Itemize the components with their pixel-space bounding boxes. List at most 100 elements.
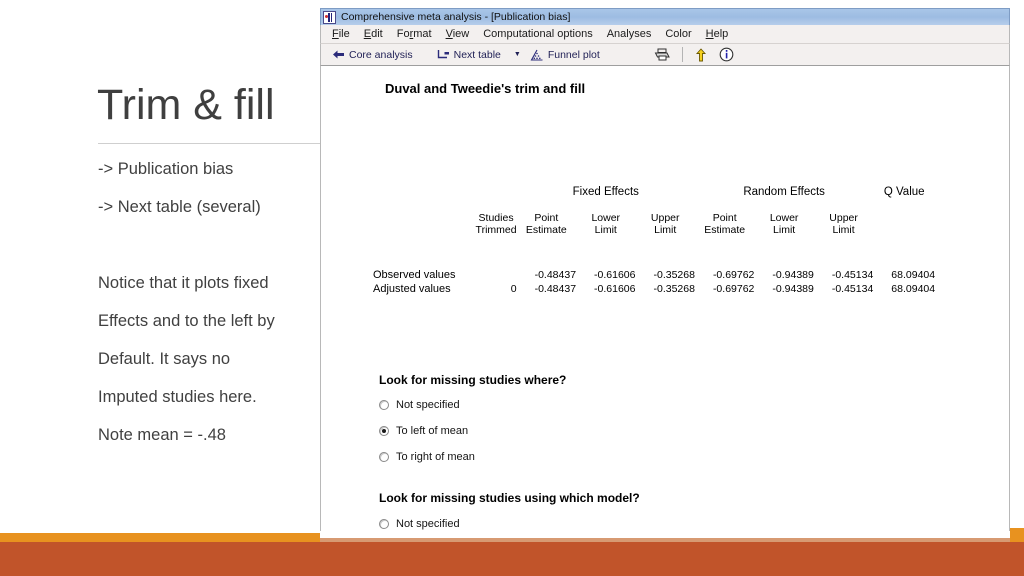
col-rx-lower-line1: Lower bbox=[769, 212, 799, 224]
cell-adjusted-fixed-lower: -0.61606 bbox=[594, 282, 636, 295]
menu-item-file[interactable]: File bbox=[330, 27, 352, 41]
cell-adjusted-q-value: 68.09404 bbox=[891, 282, 936, 295]
menu-item-color[interactable]: Color bbox=[663, 27, 693, 41]
cell-adjusted-random-lower: -0.94389 bbox=[772, 282, 814, 295]
col-rx-upper-line1: Upper bbox=[829, 212, 858, 224]
menu-label-file: ile bbox=[338, 28, 350, 40]
cell-adjusted-random-point: -0.69762 bbox=[712, 282, 755, 295]
radio-where-to-left-of-mean-label: To left of mean bbox=[396, 425, 469, 437]
accent-bar-right bbox=[1010, 528, 1024, 542]
cell-adjusted-studies-trimmed: 0 bbox=[510, 282, 517, 295]
cell-adjusted-fixed-point: -0.48437 bbox=[534, 282, 577, 295]
group-header-random-effects: Random Effects bbox=[743, 186, 825, 198]
radio-icon[interactable] bbox=[379, 452, 389, 462]
col-fx-point-line1: Point bbox=[534, 212, 559, 224]
cell-observed-random-upper: -0.45134 bbox=[831, 268, 874, 281]
cell-observed-fixed-point: -0.48437 bbox=[534, 268, 577, 281]
report-title: Duval and Tweedie's trim and fill bbox=[385, 81, 586, 96]
table-column-header-row: Studies Trimmed Point Estimate Lower Lim… bbox=[373, 212, 935, 269]
column-header-studies-trimmed: Studies Trimmed bbox=[476, 212, 517, 269]
footer-bar bbox=[0, 542, 1024, 576]
window-client-area: Duval and Tweedie's trim and fill Fixed … bbox=[320, 66, 1010, 531]
column-header-random-upper-limit: Upper Limit bbox=[814, 212, 873, 269]
cell-observed-fixed-lower: -0.61606 bbox=[594, 268, 636, 281]
funnel-plot-label: Funnel plot bbox=[547, 48, 600, 61]
missing-studies-where-heading: Look for missing studies where? bbox=[379, 373, 567, 387]
menu-item-format[interactable]: Format bbox=[395, 27, 434, 41]
row-label-adjusted-values: Adjusted values bbox=[373, 282, 451, 295]
col-rx-lower-line2: Limit bbox=[773, 224, 796, 237]
menu-item-view[interactable]: View bbox=[444, 27, 472, 41]
column-header-random-lower-limit: Lower Limit bbox=[754, 212, 813, 269]
missing-studies-model-heading: Look for missing studies using which mod… bbox=[379, 491, 640, 505]
back-arrow-icon bbox=[332, 49, 345, 60]
window-title: Comprehensive meta analysis - [Publicati… bbox=[341, 11, 571, 23]
col-fx-lower-line2: Limit bbox=[594, 224, 617, 237]
cell-adjusted-random-upper: -0.45134 bbox=[831, 282, 874, 295]
menu-item-help[interactable]: Help bbox=[704, 27, 731, 41]
group-header-q-value: Q Value bbox=[883, 186, 925, 198]
body-line-4: Imputed studies here. bbox=[98, 388, 257, 406]
col-studies-trimmed-line1: Studies bbox=[478, 212, 514, 224]
radio-model-not-specified[interactable]: Not specified bbox=[379, 518, 460, 530]
col-rx-upper-line2: Limit bbox=[832, 224, 855, 237]
radio-icon[interactable] bbox=[379, 400, 389, 410]
accent-bar-left bbox=[0, 533, 320, 542]
table-row: Observed values -0.48437 -0.61606 -0.352… bbox=[373, 269, 935, 283]
menu-item-analyses[interactable]: Analyses bbox=[605, 27, 654, 41]
radio-model-not-specified-label: Not specified bbox=[396, 518, 460, 530]
funnel-plot-icon bbox=[530, 49, 544, 61]
radio-where-not-specified-label: Not specified bbox=[396, 399, 460, 411]
radio-where-to-left-of-mean[interactable]: To left of mean bbox=[379, 425, 468, 437]
info-icon bbox=[719, 47, 734, 62]
cell-observed-random-lower: -0.94389 bbox=[772, 268, 814, 281]
column-header-fixed-lower-limit: Lower Limit bbox=[576, 212, 635, 269]
app-icon bbox=[323, 10, 336, 24]
body-line-1: Notice that it plots fixed bbox=[98, 274, 269, 292]
up-arrow-icon bbox=[695, 47, 707, 62]
application-window: Comprehensive meta analysis - [Publicati… bbox=[320, 8, 1010, 532]
col-fx-upper-line1: Upper bbox=[650, 212, 680, 224]
col-studies-trimmed-line2: Trimmed bbox=[475, 224, 517, 237]
body-line-2: Effects and to the left by bbox=[98, 312, 275, 330]
move-up-button[interactable] bbox=[690, 47, 712, 63]
next-table-label: Next table bbox=[453, 48, 501, 61]
window-titlebar: Comprehensive meta analysis - [Publicati… bbox=[320, 8, 1010, 25]
radio-where-to-right-of-mean-label: To right of mean bbox=[396, 451, 475, 463]
core-analysis-label: Core analysis bbox=[349, 48, 413, 61]
bullet-item-2: -> Next table (several) bbox=[98, 198, 261, 216]
print-button[interactable] bbox=[649, 47, 675, 62]
col-rx-point-line2: Estimate bbox=[704, 224, 746, 237]
radio-icon[interactable] bbox=[379, 519, 389, 529]
menu-item-edit[interactable]: Edit bbox=[362, 27, 385, 41]
table-row: Adjusted values 0 -0.48437 -0.61606 -0.3… bbox=[373, 283, 935, 295]
body-line-5: Note mean = -.48 bbox=[98, 426, 226, 444]
col-fx-upper-line2: Limit bbox=[654, 224, 677, 237]
toolbar-separator bbox=[681, 47, 683, 62]
funnel-plot-button[interactable]: Funnel plot bbox=[525, 48, 605, 62]
trim-and-fill-table: Fixed Effects Random Effects Q Value Stu… bbox=[373, 186, 935, 295]
column-header-fixed-upper-limit: Upper Limit bbox=[635, 212, 694, 269]
core-analysis-button[interactable]: Core analysis bbox=[327, 48, 418, 62]
menubar: File Edit Format View Computational opti… bbox=[320, 25, 1010, 44]
cell-adjusted-fixed-upper: -0.35268 bbox=[653, 282, 695, 295]
page-title: Trim & fill bbox=[97, 81, 275, 129]
toolbar: Core analysis Next table ▼ Funnel plot bbox=[320, 44, 1010, 66]
table-group-header-row: Fixed Effects Random Effects Q Value bbox=[373, 186, 935, 212]
radio-where-not-specified[interactable]: Not specified bbox=[379, 399, 460, 411]
next-table-icon bbox=[437, 49, 450, 60]
column-header-fixed-point-estimate: Point Estimate bbox=[517, 212, 576, 269]
radio-icon-selected[interactable] bbox=[379, 426, 389, 436]
info-button[interactable] bbox=[714, 46, 739, 63]
body-line-3: Default. It says no bbox=[98, 350, 231, 368]
dropdown-caret-icon[interactable]: ▼ bbox=[514, 51, 521, 58]
column-header-random-point-estimate: Point Estimate bbox=[695, 212, 754, 269]
radio-where-to-right-of-mean[interactable]: To right of mean bbox=[379, 451, 475, 463]
next-table-button[interactable]: Next table bbox=[432, 48, 506, 62]
cell-observed-fixed-upper: -0.35268 bbox=[653, 268, 695, 281]
menu-item-computational-options[interactable]: Computational options bbox=[481, 27, 594, 41]
row-label-observed-values: Observed values bbox=[373, 268, 456, 281]
cell-observed-random-point: -0.69762 bbox=[712, 268, 755, 281]
bullet-item-1: -> Publication bias bbox=[98, 160, 234, 178]
print-icon bbox=[654, 48, 670, 61]
